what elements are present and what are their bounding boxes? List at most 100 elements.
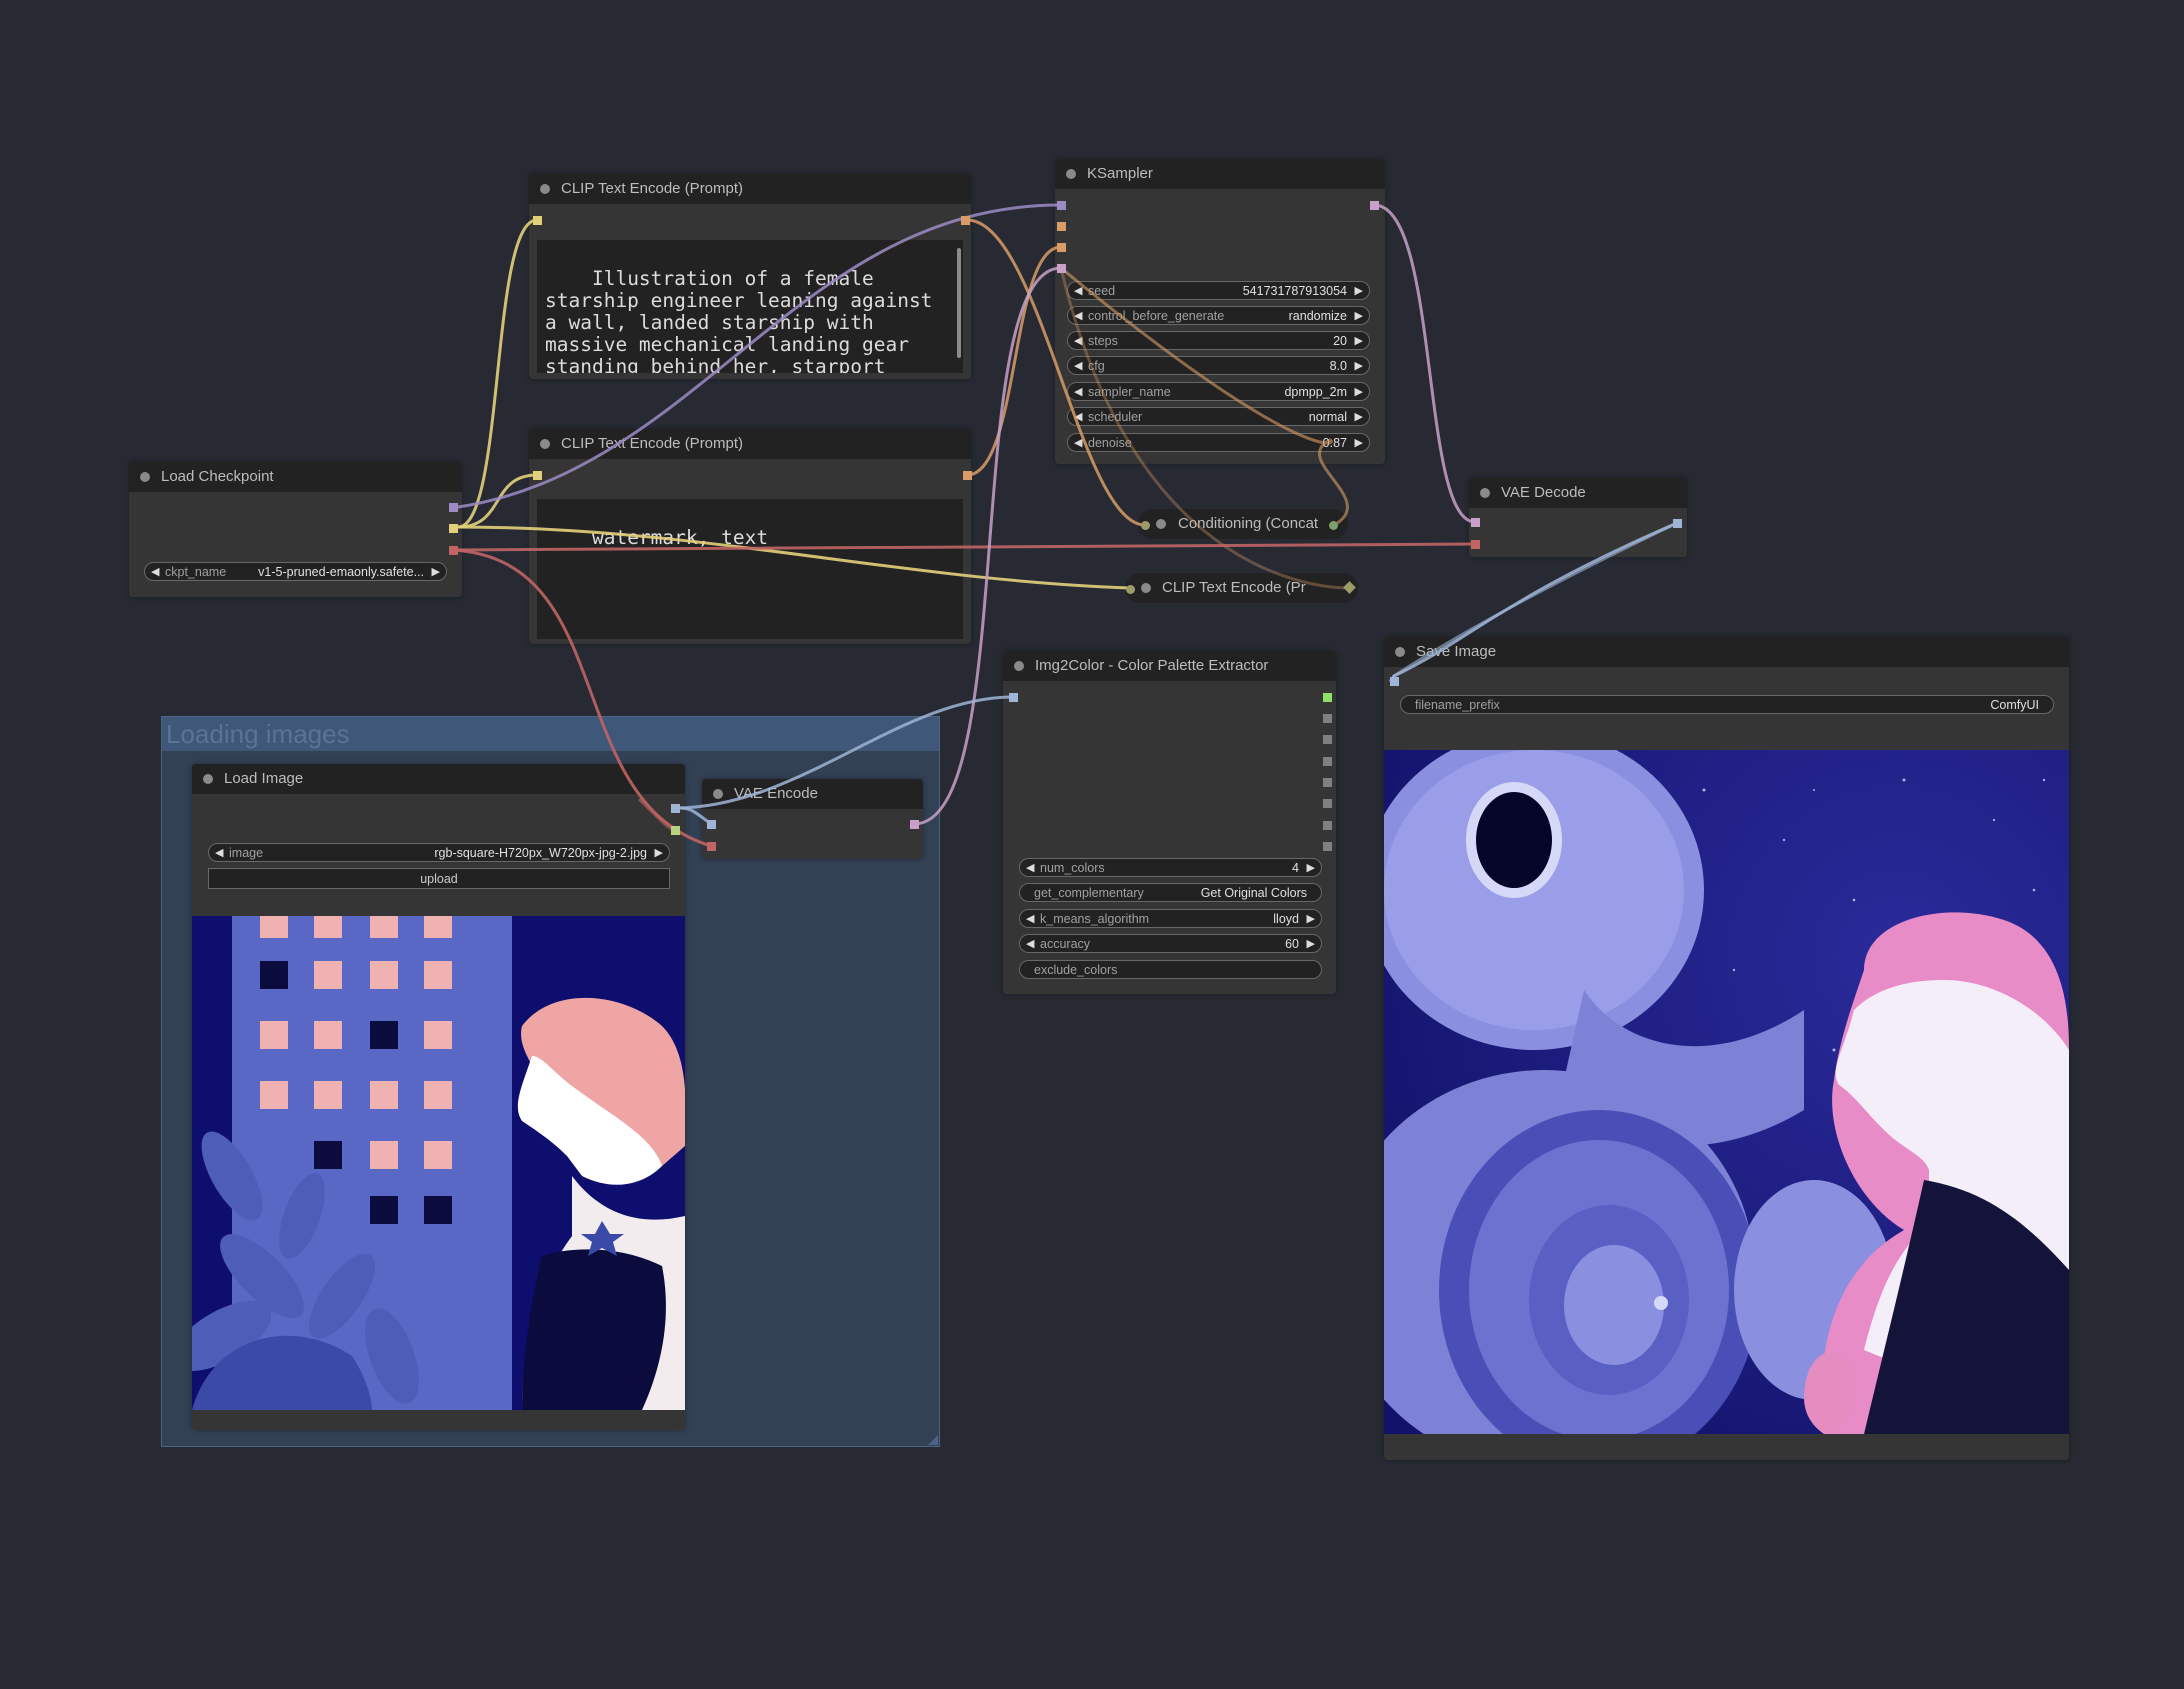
output-slot-mask[interactable] (671, 826, 680, 835)
node-title-bar[interactable]: CLIP Text Encode (Prompt) (529, 174, 971, 204)
input-slot-images[interactable] (1390, 677, 1399, 686)
collapse-dot[interactable] (1141, 583, 1151, 593)
output-slot-clip[interactable] (449, 524, 458, 533)
output-slot-vae[interactable] (449, 546, 458, 555)
increment-arrow-icon[interactable]: ▶ (655, 844, 663, 861)
node-img2color-palette-extractor[interactable]: Img2Color - Color Palette Extractor ◀ nu… (1003, 651, 1336, 994)
cfg-widget[interactable]: ◀ cfg 8.0 ▶ (1067, 356, 1370, 375)
output-slot-conditioning[interactable] (961, 216, 970, 225)
input-slot-clip[interactable] (1126, 585, 1135, 594)
input-slot-positive[interactable] (1057, 222, 1066, 231)
num-colors-widget[interactable]: ◀ num_colors 4 ▶ (1019, 858, 1322, 877)
collapse-dot[interactable] (140, 472, 150, 482)
collapse-dot[interactable] (540, 439, 550, 449)
collapse-dot[interactable] (1156, 519, 1166, 529)
input-slot-conditioning[interactable] (1141, 521, 1150, 530)
decrement-arrow-icon[interactable]: ◀ (1074, 383, 1082, 400)
input-slot-model[interactable] (1057, 201, 1066, 210)
decrement-arrow-icon[interactable]: ◀ (1074, 332, 1082, 349)
input-slot-vae[interactable] (707, 842, 716, 851)
decrement-arrow-icon[interactable]: ◀ (1074, 357, 1082, 374)
prompt-textarea[interactable]: Illustration of a female starship engine… (537, 240, 963, 373)
node-vae-encode[interactable]: VAE Encode (702, 779, 923, 859)
collapse-dot[interactable] (1480, 488, 1490, 498)
scheduler-widget[interactable]: ◀ scheduler normal ▶ (1067, 407, 1370, 426)
decrement-arrow-icon[interactable]: ◀ (1026, 910, 1034, 927)
output-slot-3[interactable] (1323, 735, 1332, 744)
node-clip-text-encode-positive[interactable]: CLIP Text Encode (Prompt) Illustration o… (529, 174, 971, 379)
collapse-dot[interactable] (540, 184, 550, 194)
collapse-dot[interactable] (713, 789, 723, 799)
decrement-arrow-icon[interactable]: ◀ (1074, 408, 1082, 425)
decrement-arrow-icon[interactable]: ◀ (1026, 859, 1034, 876)
increment-arrow-icon[interactable]: ▶ (1355, 307, 1363, 324)
k-means-algorithm-widget[interactable]: ◀ k_means_algorithm lloyd ▶ (1019, 909, 1322, 928)
output-slot-conditioning[interactable] (963, 471, 972, 480)
exclude-colors-widget[interactable]: exclude_colors (1019, 960, 1322, 979)
increment-arrow-icon[interactable]: ▶ (1355, 282, 1363, 299)
accuracy-widget[interactable]: ◀ accuracy 60 ▶ (1019, 934, 1322, 953)
node-title-bar[interactable]: KSampler (1055, 159, 1385, 189)
increment-arrow-icon[interactable]: ▶ (1355, 332, 1363, 349)
upload-button[interactable]: upload (208, 868, 670, 889)
output-image-preview[interactable] (1384, 750, 2069, 1434)
increment-arrow-icon[interactable]: ▶ (1355, 408, 1363, 425)
collapse-dot[interactable] (1014, 661, 1024, 671)
group-resize-handle[interactable] (928, 1435, 938, 1445)
output-slot-4[interactable] (1323, 757, 1332, 766)
input-slot-clip[interactable] (533, 216, 542, 225)
image-combo[interactable]: ◀ image rgb-square-H720px_W720px-jpg-2.j… (208, 843, 670, 862)
increment-arrow-icon[interactable]: ▶ (1355, 434, 1363, 451)
input-slot-pixels[interactable] (707, 820, 716, 829)
decrement-arrow-icon[interactable]: ◀ (215, 844, 223, 861)
input-slot-latent[interactable] (1057, 264, 1066, 273)
output-slot-latent[interactable] (910, 820, 919, 829)
output-slot-image[interactable] (1673, 519, 1682, 528)
sampler-name-widget[interactable]: ◀ sampler_name dpmpp_2m ▶ (1067, 382, 1370, 401)
input-slot-clip[interactable] (533, 471, 542, 480)
node-title-bar[interactable]: Save Image (1384, 637, 2069, 667)
increment-arrow-icon[interactable]: ▶ (1307, 859, 1315, 876)
node-title-bar[interactable]: VAE Decode (1469, 478, 1687, 508)
steps-widget[interactable]: ◀ steps 20 ▶ (1067, 331, 1370, 350)
collapse-dot[interactable] (1395, 647, 1405, 657)
control-before-generate-widget[interactable]: ◀ control_before_generate randomize ▶ (1067, 306, 1370, 325)
node-clip-text-encode-collapsed[interactable]: CLIP Text Encode (Pr (1125, 573, 1358, 603)
textarea-scrollbar[interactable] (957, 248, 961, 358)
decrement-arrow-icon[interactable]: ◀ (1074, 282, 1082, 299)
node-load-checkpoint[interactable]: Load Checkpoint ◀ ckpt_name v1-5-pruned-… (129, 462, 462, 597)
decrement-arrow-icon[interactable]: ◀ (1074, 307, 1082, 324)
collapse-dot[interactable] (1066, 169, 1076, 179)
input-slot-vae[interactable] (1471, 540, 1480, 549)
output-slot-1[interactable] (1323, 693, 1332, 702)
node-vae-decode[interactable]: VAE Decode (1469, 478, 1687, 557)
node-conditioning-concat-collapsed[interactable]: Conditioning (Concat (1138, 509, 1348, 539)
node-clip-text-encode-negative[interactable]: CLIP Text Encode (Prompt) watermark, tex… (529, 429, 971, 644)
input-slot-input-image[interactable] (1009, 693, 1018, 702)
output-slot-image[interactable] (671, 804, 680, 813)
node-ksampler[interactable]: KSampler ◀ seed 541731787913054 ▶ ◀ cont… (1055, 159, 1385, 464)
output-slot-conditioning[interactable] (1329, 521, 1338, 530)
input-image-preview[interactable] (192, 916, 685, 1410)
denoise-widget[interactable]: ◀ denoise 0.87 ▶ (1067, 433, 1370, 452)
increment-arrow-icon[interactable]: ▶ (1355, 383, 1363, 400)
ckpt-name-combo[interactable]: ◀ ckpt_name v1-5-pruned-emaonly.safete..… (144, 562, 447, 581)
filename-prefix-widget[interactable]: filename_prefix ComfyUI (1400, 695, 2054, 714)
decrement-arrow-icon[interactable]: ◀ (1074, 434, 1082, 451)
prompt-textarea[interactable]: watermark, text (537, 499, 963, 639)
seed-widget[interactable]: ◀ seed 541731787913054 ▶ (1067, 281, 1370, 300)
node-load-image[interactable]: Load Image ◀ image rgb-square-H720px_W72… (192, 764, 685, 1430)
node-title-bar[interactable]: CLIP Text Encode (Prompt) (529, 429, 971, 459)
increment-arrow-icon[interactable]: ▶ (1355, 357, 1363, 374)
decrement-arrow-icon[interactable]: ◀ (151, 563, 159, 580)
node-title-bar[interactable]: VAE Encode (702, 779, 923, 809)
collapse-dot[interactable] (203, 774, 213, 784)
node-title-bar[interactable]: Load Image (192, 764, 685, 794)
increment-arrow-icon[interactable]: ▶ (1307, 935, 1315, 952)
output-slot-7[interactable] (1323, 821, 1332, 830)
output-slot-8[interactable] (1323, 842, 1332, 851)
output-slot-2[interactable] (1323, 714, 1332, 723)
input-slot-negative[interactable] (1057, 243, 1066, 252)
node-title-bar[interactable]: Load Checkpoint (129, 462, 462, 492)
group-title[interactable]: Loading images (162, 717, 939, 751)
